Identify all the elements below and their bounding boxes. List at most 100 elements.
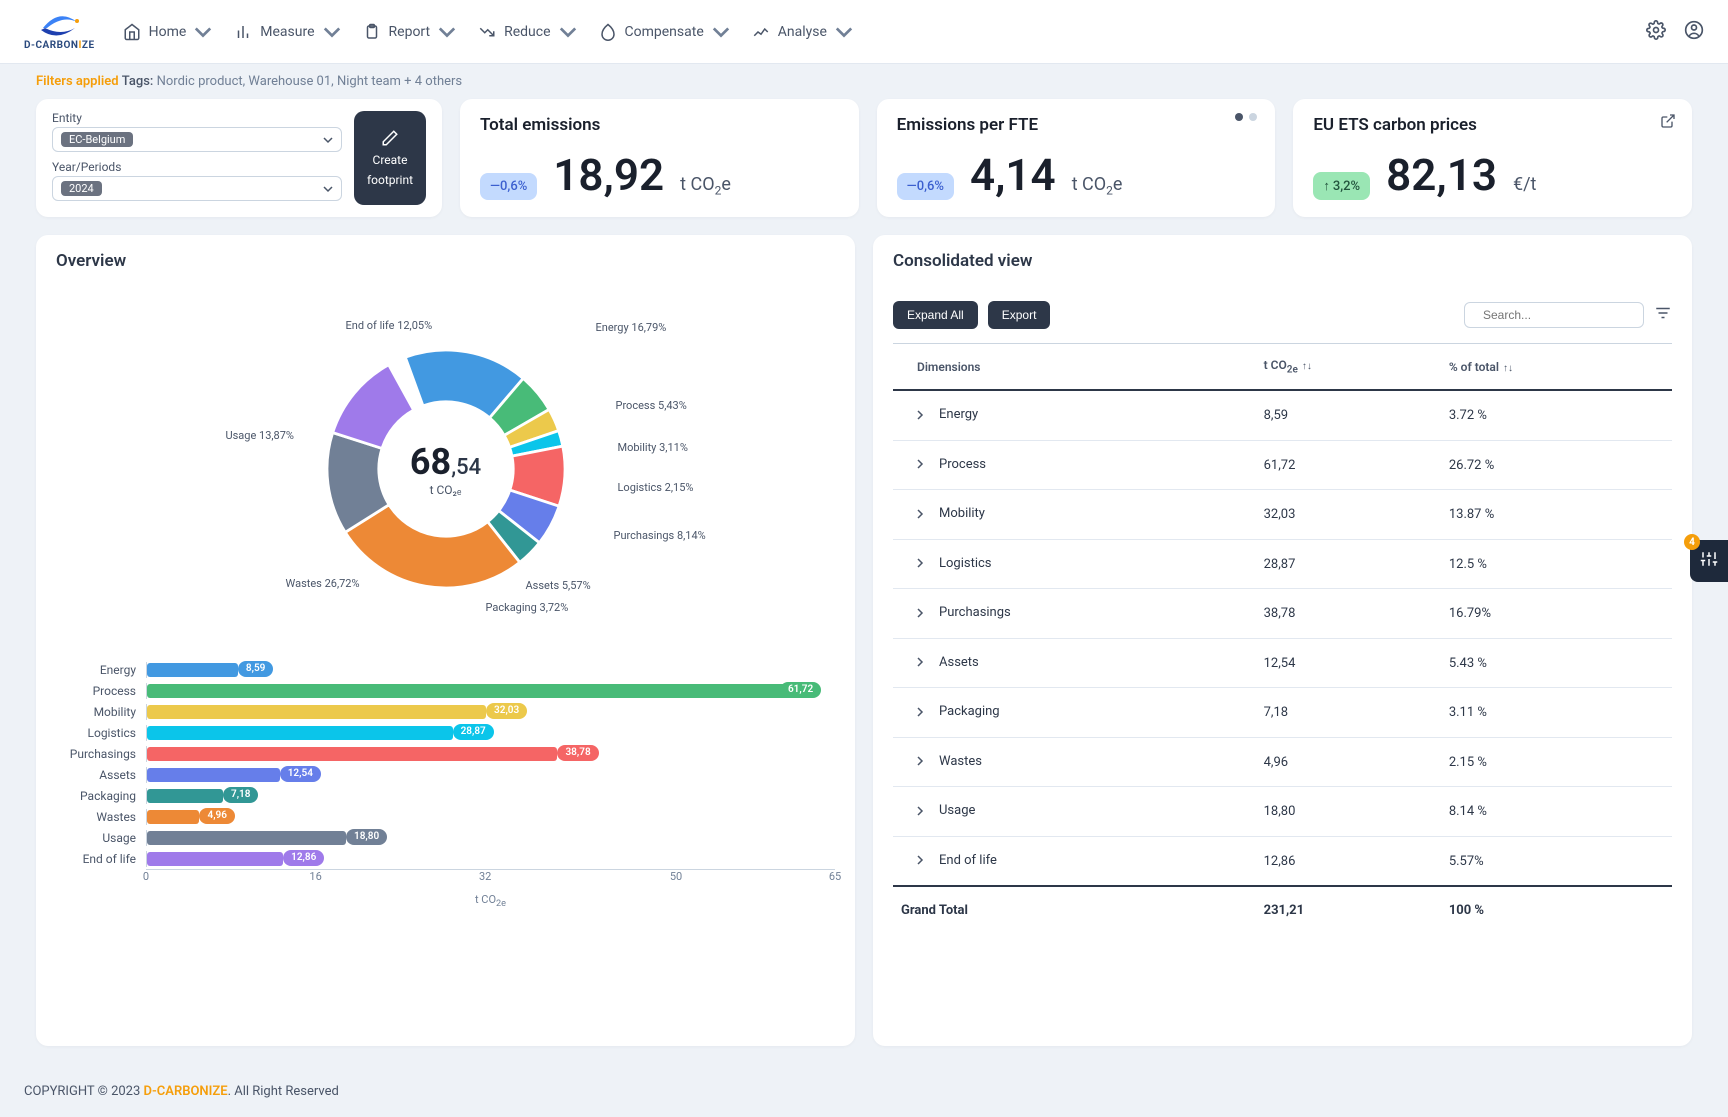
donut-center: 68,54 t CO₂ₑ (410, 441, 481, 497)
chevron-down-icon (323, 23, 341, 41)
nav-label: Home (149, 24, 187, 40)
dimension-name: Assets (939, 655, 979, 670)
row-expand[interactable]: Packaging (901, 704, 1000, 719)
chevron-right-icon (915, 806, 925, 816)
nav-item-report[interactable]: Report (363, 23, 457, 41)
cell-pct: 2.15 % (1441, 737, 1672, 787)
nav-item-analyse[interactable]: Analyse (752, 23, 853, 41)
kpi-eu-ets: EU ETS carbon prices ↑3,2% 82,13 €/t (1293, 99, 1692, 217)
bar-category: End of life (56, 852, 146, 866)
grand-total-row: Grand Total231,21100 % (893, 886, 1672, 934)
cell-tco: 8,59 (1256, 390, 1441, 440)
bar-row: End of life12,86 (56, 848, 835, 869)
bar-fill[interactable] (147, 747, 557, 761)
dimension-name: Process (939, 457, 986, 472)
search-input[interactable] (1464, 302, 1644, 328)
nav-item-reduce[interactable]: Reduce (478, 23, 576, 41)
bar-value-badge: 18,80 (346, 829, 387, 845)
row-expand[interactable]: Assets (901, 655, 979, 670)
row-expand[interactable]: Purchasings (901, 605, 1011, 620)
dimension-name: Packaging (939, 704, 1000, 719)
nav-item-compensate[interactable]: Compensate (599, 23, 730, 41)
bar-fill[interactable] (147, 810, 199, 824)
external-link-icon[interactable] (1660, 113, 1676, 133)
bar-fill[interactable] (147, 726, 453, 740)
cell-pct: 26.72 % (1441, 440, 1672, 490)
trend-down-icon (478, 23, 496, 41)
create-footprint-button[interactable]: Create footprint (354, 111, 426, 205)
bar-fill[interactable] (147, 789, 223, 803)
bar-fill[interactable] (147, 768, 280, 782)
cell-tco: 7,18 (1256, 688, 1441, 738)
export-button[interactable]: Export (988, 301, 1051, 329)
user-icon[interactable] (1684, 20, 1704, 44)
bar-fill[interactable] (147, 663, 238, 677)
row-expand[interactable]: Energy (901, 407, 978, 422)
spark-icon (752, 23, 770, 41)
nav-label: Analyse (778, 24, 827, 40)
col-dimensions[interactable]: Dimensions (893, 344, 1256, 391)
axis-tick: 65 (829, 870, 841, 883)
col-pct[interactable]: % of total↑↓ (1441, 344, 1672, 391)
entity-select[interactable]: EC-Belgium (52, 127, 342, 152)
filters-applied-label: Filters applied (36, 74, 119, 89)
row-expand[interactable]: Usage (901, 803, 975, 818)
cell-tco: 4,96 (1256, 737, 1441, 787)
row-expand[interactable]: Logistics (901, 556, 992, 571)
filter-icon[interactable] (1654, 304, 1672, 326)
table-row: Wastes 4,962.15 % (893, 737, 1672, 787)
donut-label: Wastes 26,72% (286, 577, 360, 590)
kpi-value: 4,14 (970, 149, 1056, 201)
table-row: Purchasings38,7816.79% (893, 589, 1672, 639)
row-expand[interactable]: End of life (901, 853, 997, 868)
side-drawer-toggle[interactable]: 4 (1690, 540, 1728, 582)
nav: Home Measure Report Reduce Compensate Analyse (123, 23, 1618, 41)
bar-category: Packaging (56, 789, 146, 803)
chart-bar-icon (234, 23, 252, 41)
carousel-dots[interactable] (1235, 113, 1257, 121)
bar-category: Wastes (56, 810, 146, 824)
chevron-right-icon (915, 558, 925, 568)
settings-icon[interactable] (1646, 20, 1666, 44)
logo[interactable]: D-CARBONIZE (24, 12, 95, 51)
kpi-value: 82,13 (1386, 149, 1497, 201)
row-expand[interactable]: Wastes (901, 754, 982, 769)
grand-total-label: Grand Total (893, 886, 1256, 934)
cell-tco: 18,80 (1256, 787, 1441, 837)
logo-mark (37, 12, 81, 38)
dimension-name: Energy (939, 407, 978, 422)
nav-item-measure[interactable]: Measure (234, 23, 340, 41)
dimension-name: End of life (939, 853, 997, 868)
row-expand[interactable]: Process (901, 457, 986, 472)
nav-label: Report (389, 24, 431, 40)
chevron-right-icon (915, 459, 925, 469)
year-value: 2024 (61, 181, 102, 196)
tags-label: Tags: (122, 74, 154, 89)
row-expand[interactable]: Mobility (901, 506, 985, 521)
delta-chip: ↑3,2% (1313, 172, 1370, 200)
table-row: Energy 8,593.72 % (893, 390, 1672, 440)
dimension-name: Usage (939, 803, 975, 818)
donut-seg-end-of-life[interactable] (332, 365, 413, 449)
cell-pct: 16.79% (1441, 589, 1672, 639)
nav-item-home[interactable]: Home (123, 23, 213, 41)
home-icon (123, 23, 141, 41)
delta-chip: —0,6% (897, 173, 954, 200)
expand-all-button[interactable]: Expand All (893, 301, 978, 329)
bar-fill[interactable] (147, 684, 800, 698)
chevron-right-icon (915, 410, 925, 420)
bar-axis: 016325065 (146, 869, 835, 889)
overview-card: Overview 68,54 t CO₂ₑ Energy 16,79%Proce… (36, 235, 855, 1046)
bar-fill[interactable] (147, 831, 346, 845)
consolidated-title: Consolidated view (893, 251, 1672, 271)
year-select[interactable]: 2024 (52, 176, 342, 201)
bar-fill[interactable] (147, 705, 486, 719)
filters-bar: Filters applied Tags: Nordic product, Wa… (0, 64, 1728, 99)
cell-tco: 61,72 (1256, 440, 1441, 490)
bar-fill[interactable] (147, 852, 283, 866)
cell-pct: 3.72 % (1441, 390, 1672, 440)
col-tco[interactable]: t CO2e↑↓ (1256, 344, 1441, 391)
chevron-down-icon (559, 23, 577, 41)
bar-value-badge: 4,96 (199, 808, 235, 824)
bar-row: Packaging7,18 (56, 785, 835, 806)
